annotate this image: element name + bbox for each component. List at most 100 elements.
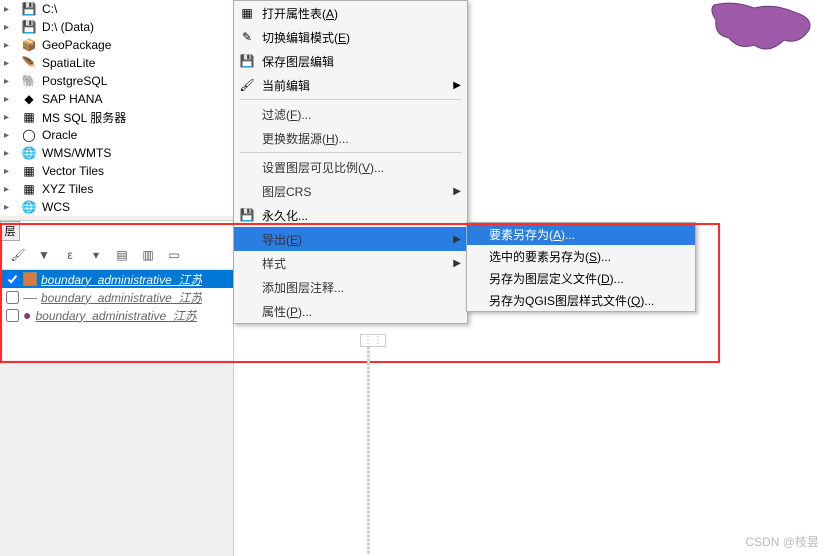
table-icon: ▦ xyxy=(238,4,256,22)
browser-item[interactable]: ▸ 🌐 WMS/WMTS xyxy=(0,144,233,162)
disk-icon: 💾 xyxy=(21,19,37,35)
layer-visibility-checkbox[interactable] xyxy=(6,273,19,286)
browser-item[interactable]: ▸ 💾 D:\ (Data) xyxy=(0,18,233,36)
submenu-arrow-icon: ▶ xyxy=(453,186,461,197)
browser-item[interactable]: ▸ 🌐 WCS xyxy=(0,198,233,216)
layer-list: boundary_administrative_江苏 — boundary_ad… xyxy=(0,270,233,324)
expand-icon[interactable]: ▤ xyxy=(112,245,132,265)
remove-icon[interactable]: ▭ xyxy=(164,245,184,265)
browser-item[interactable]: ▸ 🐘 PostgreSQL xyxy=(0,72,233,90)
filter-icon[interactable]: ▼ xyxy=(34,245,54,265)
expand-arrow-icon[interactable]: ▸ xyxy=(4,148,16,159)
browser-item[interactable]: ▸ ▦ XYZ Tiles xyxy=(0,180,233,198)
browser-item-label: XYZ Tiles xyxy=(42,182,93,196)
submenu-item[interactable]: 另存为QGIS图层样式文件(Q)... xyxy=(467,289,695,311)
expand-arrow-icon[interactable]: ▸ xyxy=(4,76,16,87)
expand-arrow-icon[interactable]: ▸ xyxy=(4,22,16,33)
browser-panel: ▸ 💾 C:\ ▸ 💾 D:\ (Data) ▸ 📦 GeoPackage ▸ … xyxy=(0,0,233,216)
menu-item[interactable]: 💾 保存图层编辑 xyxy=(234,49,467,73)
expand-arrow-icon[interactable]: ▸ xyxy=(4,4,16,15)
menu-item-label: 过滤(F)... xyxy=(262,106,311,123)
sap-icon: ◆ xyxy=(21,91,37,107)
browser-item[interactable]: ▸ ◯ Oracle xyxy=(0,126,233,144)
panel-splitter[interactable] xyxy=(367,335,370,555)
expand-arrow-icon[interactable]: ▸ xyxy=(4,40,16,51)
expression-icon[interactable]: ε xyxy=(60,245,80,265)
map-feature-shape xyxy=(704,0,824,60)
menu-item[interactable]: ▦ 打开属性表(A) xyxy=(234,1,467,25)
layers-panel: 层 🖌 ▼ ε ▾ ▤ ▥ ▭ boundary_administrative_… xyxy=(0,220,233,360)
submenu-arrow-icon: ▶ xyxy=(453,258,461,269)
layer-item[interactable]: ● boundary_administrative_江苏 xyxy=(0,306,233,324)
disk-icon: 💾 xyxy=(21,1,37,17)
layer-symbol-icon: ● xyxy=(23,308,31,322)
collapse-icon[interactable]: ▥ xyxy=(138,245,158,265)
save-icon: 💾 xyxy=(238,52,256,70)
menu-item-label: 添加图层注释... xyxy=(262,279,344,296)
expand-arrow-icon[interactable]: ▸ xyxy=(4,202,16,213)
watermark-text: CSDN @枝昙 xyxy=(745,533,819,550)
menu-item[interactable]: 过滤(F)... xyxy=(234,102,467,126)
dropdown-icon[interactable]: ▾ xyxy=(86,245,106,265)
menu-item[interactable]: 样式 ▶ xyxy=(234,251,467,275)
layer-edit-icon xyxy=(23,272,37,286)
browser-item-label: WCS xyxy=(42,200,70,214)
expand-arrow-icon[interactable]: ▸ xyxy=(4,184,16,195)
menu-item[interactable]: 属性(P)... xyxy=(234,299,467,323)
menu-item[interactable]: ✎ 切换编辑模式(E) xyxy=(234,25,467,49)
browser-item-label: PostgreSQL xyxy=(42,74,107,88)
layers-toolbar: 🖌 ▼ ε ▾ ▤ ▥ ▭ xyxy=(0,241,233,270)
submenu-item-label: 另存为图层定义文件(D)... xyxy=(489,270,624,287)
pencil-icon: ✎ xyxy=(238,28,256,46)
menu-item-label: 永久化... xyxy=(262,207,308,224)
menu-item[interactable]: 添加图层注释... xyxy=(234,275,467,299)
submenu-item-label: 选中的要素另存为(S)... xyxy=(489,248,611,265)
browser-item-label: D:\ (Data) xyxy=(42,20,94,34)
browser-item-label: SpatiaLite xyxy=(42,56,95,70)
menu-item[interactable]: 导出(E) ▶ xyxy=(234,227,467,251)
feather-icon: 🪶 xyxy=(21,55,37,71)
expand-arrow-icon[interactable]: ▸ xyxy=(4,112,16,123)
expand-arrow-icon[interactable]: ▸ xyxy=(4,166,16,177)
menu-item-label: 设置图层可见比例(V)... xyxy=(262,159,384,176)
menu-item[interactable]: 更换数据源(H)... xyxy=(234,126,467,150)
browser-item-label: WMS/WMTS xyxy=(42,146,111,160)
browser-item[interactable]: ▸ ▦ MS SQL 服务器 xyxy=(0,108,233,126)
submenu-item[interactable]: 要素另存为(A)... xyxy=(467,223,695,245)
layer-visibility-checkbox[interactable] xyxy=(6,309,19,322)
layers-panel-tab[interactable]: 层 xyxy=(0,221,20,241)
layer-item[interactable]: boundary_administrative_江苏 xyxy=(0,270,233,288)
browser-item-label: MS SQL 服务器 xyxy=(42,109,126,126)
menu-item[interactable]: 💾 永久化... xyxy=(234,203,467,227)
expand-arrow-icon[interactable]: ▸ xyxy=(4,58,16,69)
menu-item[interactable]: 图层CRS ▶ xyxy=(234,179,467,203)
expand-arrow-icon[interactable]: ▸ xyxy=(4,130,16,141)
layer-item[interactable]: — boundary_administrative_江苏 xyxy=(0,288,233,306)
globe-icon: 🌐 xyxy=(21,199,37,215)
gpkg-icon: 📦 xyxy=(21,37,37,53)
menu-item[interactable]: 设置图层可见比例(V)... xyxy=(234,155,467,179)
browser-item[interactable]: ▸ 📦 GeoPackage xyxy=(0,36,233,54)
expand-arrow-icon[interactable]: ▸ xyxy=(4,94,16,105)
grid-icon: ▦ xyxy=(21,163,37,179)
globe-icon: 🌐 xyxy=(21,145,37,161)
browser-item[interactable]: ▸ ◆ SAP HANA xyxy=(0,90,233,108)
layer-name-label: boundary_administrative_江苏 xyxy=(41,271,202,288)
submenu-item[interactable]: 选中的要素另存为(S)... xyxy=(467,245,695,267)
layer-visibility-checkbox[interactable] xyxy=(6,291,19,304)
browser-item-label: C:\ xyxy=(42,2,57,16)
menu-item[interactable]: 🖌 当前编辑 ▶ xyxy=(234,73,467,97)
layer-symbol-icon: — xyxy=(23,290,37,304)
style-icon[interactable]: 🖌 xyxy=(8,245,28,265)
oracle-icon: ◯ xyxy=(21,127,37,143)
submenu-arrow-icon: ▶ xyxy=(453,234,461,245)
layer-context-menu: ▦ 打开属性表(A) ✎ 切换编辑模式(E) 💾 保存图层编辑 🖌 当前编辑 ▶… xyxy=(233,0,468,324)
menu-item-label: 更换数据源(H)... xyxy=(262,130,349,147)
menu-item-label: 样式 xyxy=(262,255,286,272)
submenu-item[interactable]: 另存为图层定义文件(D)... xyxy=(467,267,695,289)
browser-item[interactable]: ▸ ▦ Vector Tiles xyxy=(0,162,233,180)
layer-name-label: boundary_administrative_江苏 xyxy=(35,307,196,324)
browser-item[interactable]: ▸ 🪶 SpatiaLite xyxy=(0,54,233,72)
disk2-icon: 💾 xyxy=(238,206,256,224)
browser-item[interactable]: ▸ 💾 C:\ xyxy=(0,0,233,18)
